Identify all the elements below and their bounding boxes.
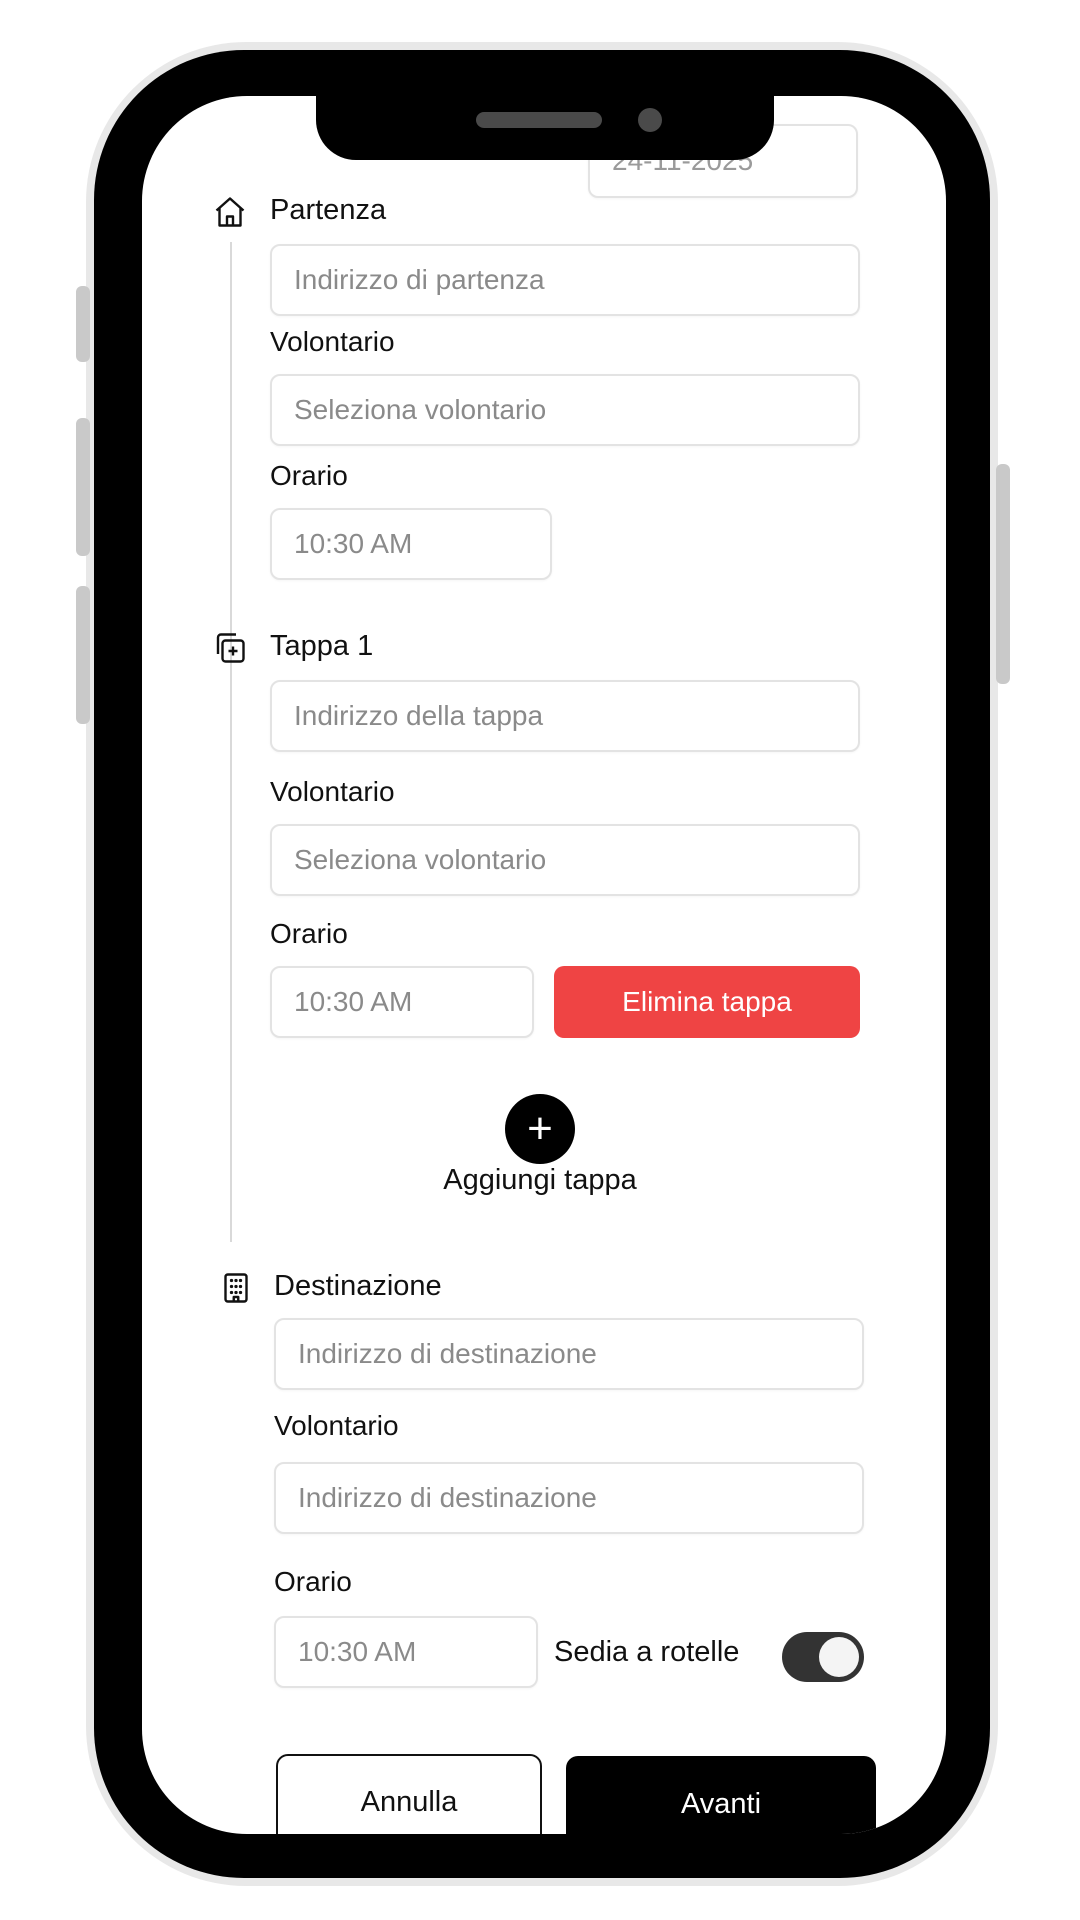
partenza-volunteer-label: Volontario [270, 326, 395, 357]
tappa-time-label: Orario [270, 918, 348, 949]
volume-down-button [76, 586, 90, 724]
tappa-volunteer-label: Volontario [270, 776, 395, 807]
cancel-label: Annulla [360, 1785, 458, 1818]
speaker-grill [476, 112, 602, 128]
destinazione-volunteer-placeholder: Indirizzo di destinazione [298, 1482, 597, 1513]
cancel-button[interactable]: Annulla [276, 1754, 542, 1834]
partenza-address-placeholder: Indirizzo di partenza [294, 264, 545, 295]
screen: 24-11-2025 Partenza Indirizzo di partenz… [142, 96, 946, 1834]
tappa-timeline-line [230, 694, 232, 1242]
tappa-time-input[interactable]: 10:30 AM [270, 966, 534, 1038]
building-icon [224, 1273, 248, 1303]
tappa-volunteer-select[interactable]: Seleziona volontario [270, 824, 860, 896]
tappa-address-input[interactable]: Indirizzo della tappa [270, 680, 860, 752]
destinazione-volunteer-select[interactable]: Indirizzo di destinazione [274, 1462, 864, 1534]
plus-icon: + [527, 1104, 553, 1153]
partenza-volunteer-select[interactable]: Seleziona volontario [270, 374, 860, 446]
destinazione-address-input[interactable]: Indirizzo di destinazione [274, 1318, 864, 1390]
next-button[interactable]: Avanti [566, 1756, 876, 1834]
tappa-volunteer-placeholder: Seleziona volontario [294, 844, 547, 875]
delete-stop-button[interactable]: Elimina tappa [554, 966, 860, 1038]
notch [316, 96, 774, 160]
partenza-time-placeholder: 10:30 AM [294, 528, 413, 559]
home-icon [215, 197, 245, 227]
destinazione-address-placeholder: Indirizzo di destinazione [298, 1338, 597, 1369]
tappa-time-placeholder: 10:30 AM [294, 986, 413, 1017]
tappa-title: Tappa 1 [270, 630, 374, 662]
delete-stop-label: Elimina tappa [622, 986, 792, 1017]
volume-up-button [76, 418, 90, 556]
partenza-time-label: Orario [270, 460, 348, 491]
add-copy-icon [216, 633, 245, 663]
power-button [996, 464, 1010, 684]
destinazione-title: Destinazione [274, 1270, 442, 1302]
partenza-volunteer-placeholder: Seleziona volontario [294, 394, 547, 425]
partenza-time-input[interactable]: 10:30 AM [270, 508, 552, 580]
tappa-address-placeholder: Indirizzo della tappa [294, 700, 544, 731]
mute-switch [76, 286, 90, 362]
next-label: Avanti [680, 1787, 762, 1820]
destinazione-time-label: Orario [274, 1566, 352, 1597]
destinazione-time-placeholder: 10:30 AM [298, 1636, 417, 1667]
add-stop-label[interactable]: Aggiungi tappa [342, 1164, 738, 1197]
destinazione-time-input[interactable]: 10:30 AM [274, 1616, 538, 1688]
destinazione-volunteer-label: Volontario [274, 1410, 399, 1441]
front-camera [638, 108, 662, 132]
toggle-knob [819, 1637, 859, 1677]
wheelchair-label: Sedia a rotelle [554, 1636, 740, 1668]
wheelchair-toggle[interactable] [782, 1632, 864, 1682]
partenza-title: Partenza [270, 194, 387, 226]
add-stop-button[interactable]: + [505, 1094, 575, 1164]
partenza-address-input[interactable]: Indirizzo di partenza [270, 244, 860, 316]
